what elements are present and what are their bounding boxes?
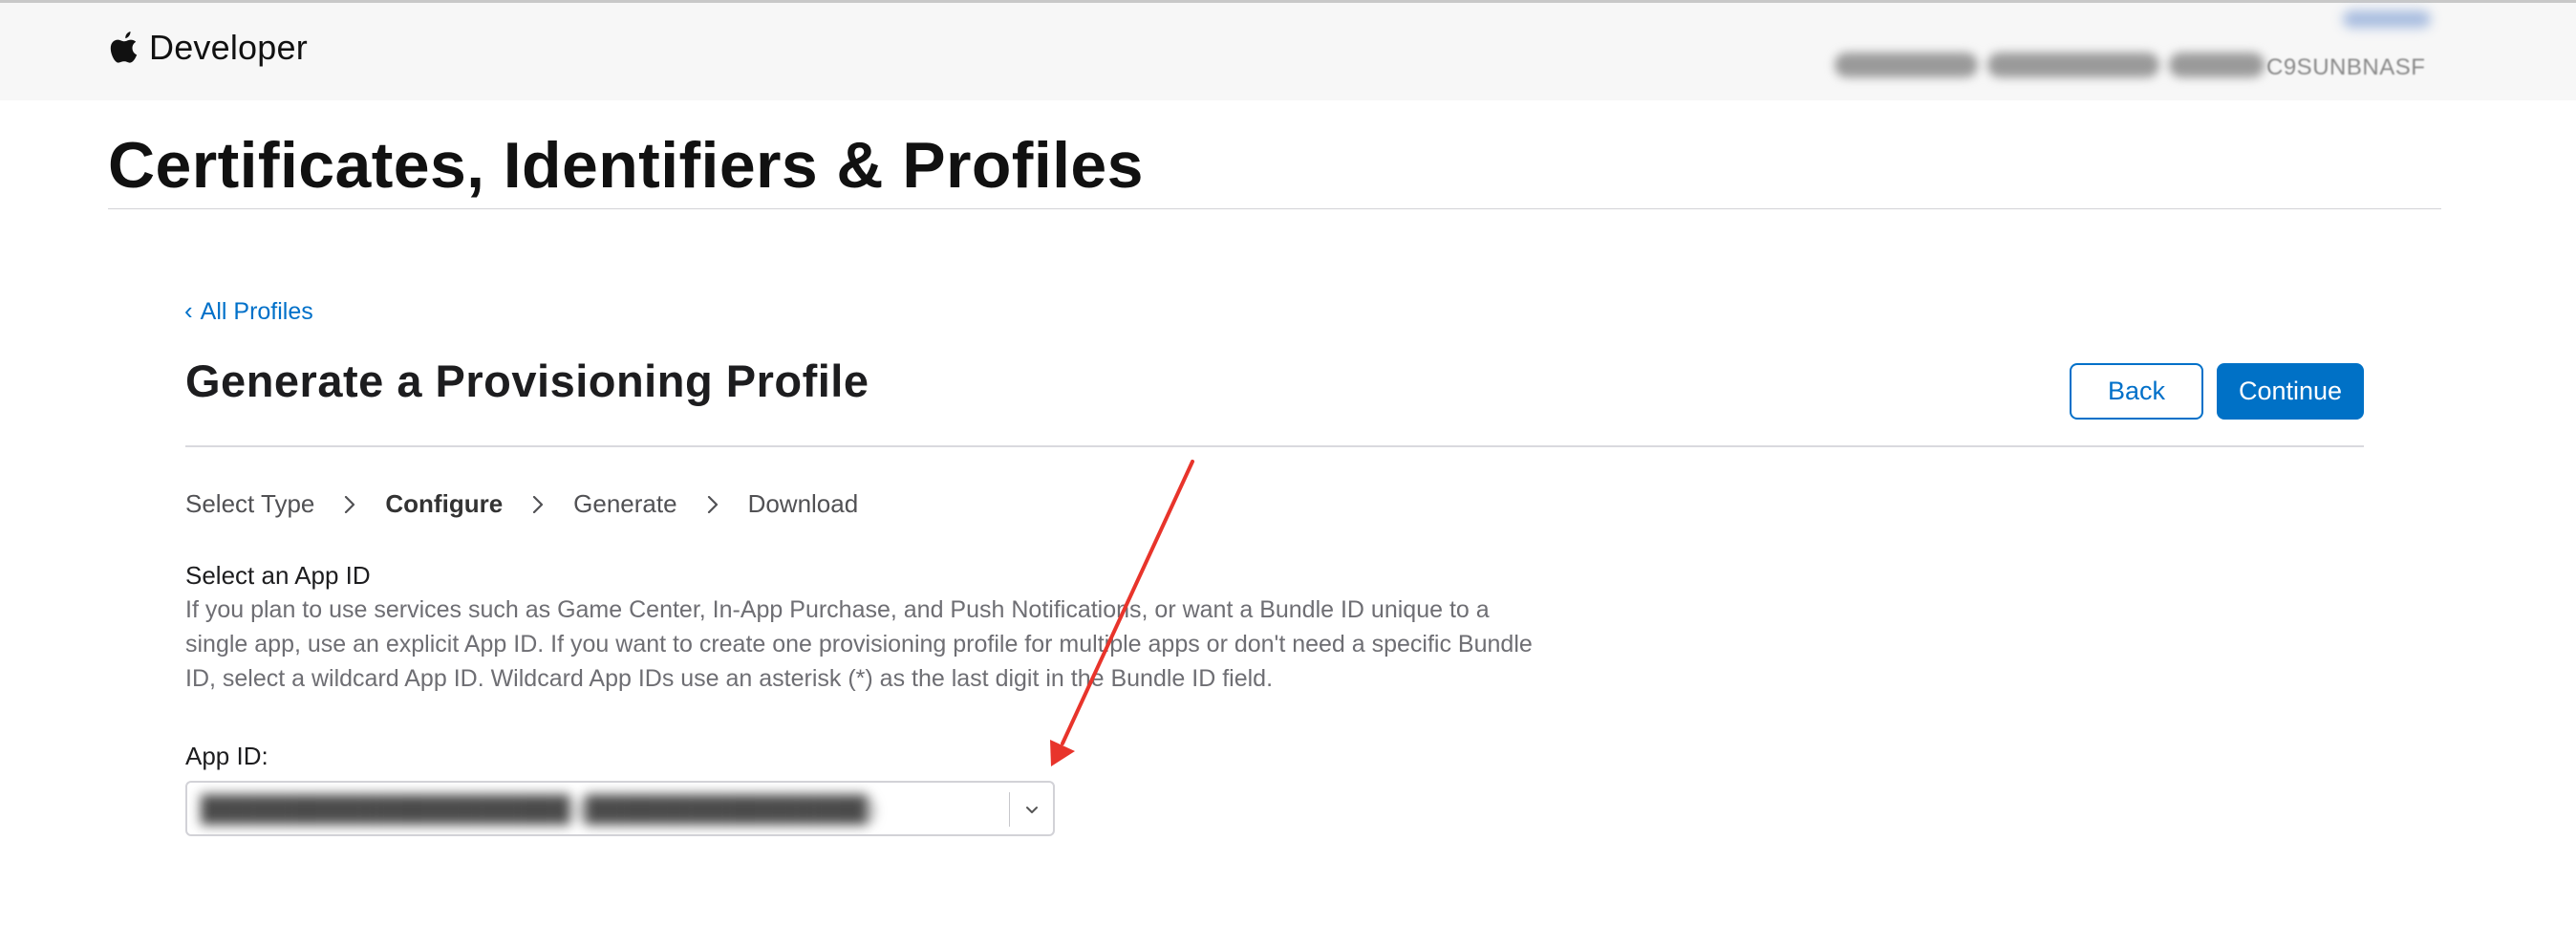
step-generate: Generate bbox=[573, 489, 677, 518]
app-id-select[interactable]: █████████████████████ (████████████████) bbox=[185, 781, 1055, 836]
step-select-type: Select Type bbox=[185, 489, 315, 518]
all-profiles-link[interactable]: ‹ All Profiles bbox=[184, 296, 313, 326]
page-title: Certificates, Identifiers & Profiles bbox=[108, 129, 1144, 202]
apple-logo-icon bbox=[110, 32, 138, 63]
divider bbox=[108, 208, 2441, 209]
step-download: Download bbox=[747, 489, 859, 518]
select-divider bbox=[1009, 792, 1010, 827]
brand[interactable]: Developer bbox=[109, 28, 308, 68]
app-id-description: If you plan to use services such as Game… bbox=[185, 596, 1533, 692]
chevron-right-icon bbox=[314, 493, 385, 516]
back-button[interactable]: Back bbox=[2070, 363, 2203, 420]
step-configure: Configure bbox=[385, 489, 504, 518]
account-menu[interactable] bbox=[2343, 11, 2431, 28]
app-id-label: App ID: bbox=[185, 742, 268, 770]
all-profiles-label: All Profiles bbox=[200, 298, 313, 325]
divider bbox=[185, 445, 2364, 447]
chevron-left-icon: ‹ bbox=[184, 296, 193, 325]
continue-button[interactable]: Continue bbox=[2217, 363, 2364, 420]
brand-name: Developer bbox=[149, 28, 308, 67]
chevron-right-icon bbox=[677, 493, 748, 516]
section-title: Generate a Provisioning Profile bbox=[185, 356, 869, 406]
team-id: C9SUNBNASF bbox=[2266, 54, 2426, 80]
chevron-right-icon bbox=[503, 493, 573, 516]
progress-steps: Select Type Configure Generate Download bbox=[185, 489, 858, 519]
global-header: Developer C9SUNBNASF bbox=[0, 3, 2576, 100]
chevron-down-icon[interactable] bbox=[1022, 800, 1041, 819]
account-name[interactable] bbox=[1835, 53, 2274, 77]
app-id-select-value: █████████████████████ (████████████████) bbox=[201, 794, 876, 823]
select-app-id-heading: Select an App ID bbox=[185, 561, 371, 590]
